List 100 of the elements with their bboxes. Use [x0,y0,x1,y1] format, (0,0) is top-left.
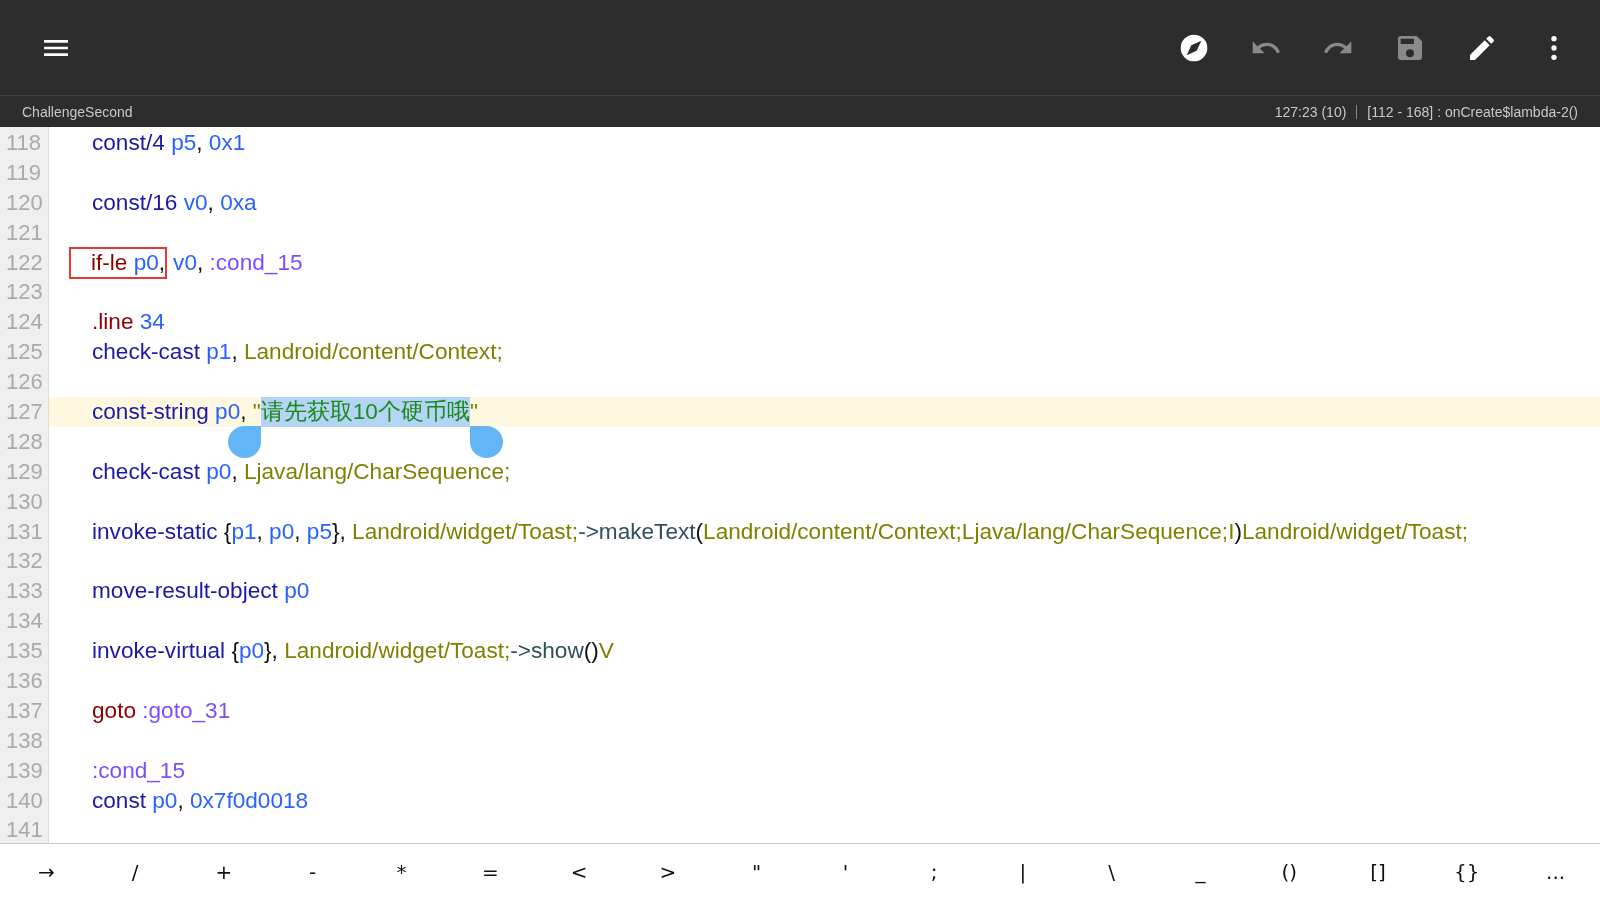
code-token: Landroid/widget/Toast; [1241,517,1469,546]
code-token: p0 [152,786,178,815]
line-number: 130 [5,487,44,516]
symbol-key[interactable]: {} [1422,848,1512,896]
method-range: [112 - 168] : onCreate$lambda-2() [1367,103,1578,120]
line-number: 125 [5,338,44,367]
code-token: , [196,129,204,157]
symbol-key[interactable]: + [179,848,269,896]
code-token: 0x1 [208,129,246,157]
line-number: 131 [5,517,44,546]
symbol-key[interactable]: " [712,848,801,896]
code-token: p0 [133,248,159,277]
code-token: check-cast [92,338,201,367]
line-number: 127 [5,398,44,426]
code-token: () [583,637,599,666]
code-token: v0 [173,248,197,277]
line-number: 119 [5,158,43,187]
line-number: 133 [5,577,44,606]
line-number: 122 [5,248,44,277]
code-token: , [231,338,239,367]
symbol-key[interactable]: ... [1511,848,1600,896]
line-number: 134 [5,607,44,636]
code-token: p1 [206,338,232,367]
code-token: p5 [306,517,332,546]
line-number: 118 [5,129,43,157]
code-token: ( [695,517,704,546]
line-number: 121 [5,218,44,247]
code-token: :cond_15 [92,756,185,785]
code-token: check-cast [92,457,201,486]
line-number: 137 [5,696,44,725]
code-token: { [223,517,232,546]
line-number: 124 [5,308,44,337]
symbol-key[interactable]: < [534,848,624,896]
symbol-key[interactable]: | [978,848,1068,896]
code-token: p0 [284,577,310,606]
symbol-key[interactable]: ' [801,848,890,896]
code-token: const-string [92,398,210,426]
symbol-key[interactable]: → [2,848,91,896]
code-token: " [252,398,261,426]
code-token: , [240,398,248,426]
code-token: if-le [91,248,129,277]
code-token: invoke-static [92,517,219,546]
symbol-key[interactable]: / [90,848,180,896]
line-number: 139 [5,756,44,785]
line-number: 120 [5,188,44,217]
code-token: Ljava/lang/CharSequence; [243,457,511,486]
code-token: move-result-object [92,577,279,606]
code-token: " [469,398,478,426]
code-token: , [207,188,215,217]
line-number: 132 [5,547,44,576]
code-token: Landroid/widget/Toast; [352,517,579,546]
file-name: ChallengeSecond [22,103,133,120]
code-token: Landroid/content/Context; [243,338,503,367]
symbol-key[interactable]: _ [1156,848,1245,896]
code-token: v0 [183,188,208,217]
code-token: invoke-virtual [92,637,227,666]
symbol-key[interactable]: - [268,848,358,896]
code-token: , [158,248,166,277]
code-token: , [197,248,205,277]
code-token: , [231,457,239,486]
code-token: ) [1234,517,1242,546]
code-token: }, [331,517,347,546]
line-number: 123 [5,278,44,307]
code-token: p0 [206,457,232,486]
code-token: p5 [171,129,197,157]
code-token: :cond_15 [209,248,303,277]
code-token: , [256,517,264,546]
line-number: 138 [5,726,44,755]
symbol-key[interactable]: ; [889,848,979,896]
selection-handle[interactable] [469,426,503,458]
symbol-key[interactable]: * [357,848,446,896]
code-token: 34 [139,308,165,337]
code-token: , [294,517,302,546]
code-token: V [598,637,614,666]
code-token: ->makeText [578,517,696,546]
code-token: p0 [269,517,295,546]
symbol-key[interactable]: () [1244,848,1334,896]
code-token: const/4 [92,129,166,157]
symbol-key[interactable]: > [623,848,713,896]
symbol-key[interactable]: \ [1067,848,1157,896]
line-number: 129 [5,457,44,486]
line-number: 135 [5,637,44,666]
code-token: p0 [215,398,241,426]
code-token: :goto_31 [142,696,231,725]
symbol-key[interactable]: [] [1333,848,1423,896]
cursor-position: 127:23 (10) [1274,103,1347,120]
code-token: const/16 [92,188,179,217]
code-token: Landroid/content/Context;Ljava/lang/CharSequence;I [703,517,1235,546]
code-token: .line [92,308,135,337]
code-token: Landroid/widget/Toast; [284,637,511,666]
code-token: { [231,637,239,666]
code-token: ->show [510,637,584,666]
symbol-key[interactable]: = [445,848,535,896]
line-number: 136 [5,667,44,696]
code-token: const [92,786,147,815]
code-token: 0x7f0d0018 [190,786,309,815]
line-number: 126 [5,368,44,397]
code-token: 0xa [220,188,257,217]
selection-handle[interactable] [227,426,261,458]
line-number: 128 [5,427,44,456]
